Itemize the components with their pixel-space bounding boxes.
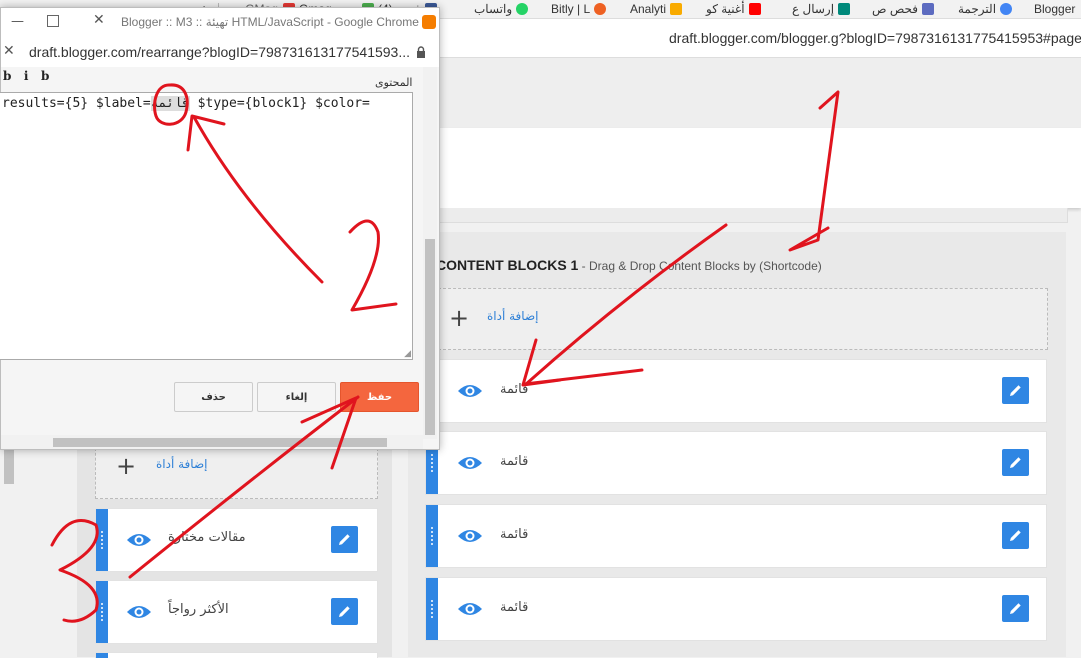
- format-toolbar[interactable]: b i b: [3, 69, 49, 83]
- check-icon: [922, 3, 935, 15]
- youtube-icon: [748, 3, 761, 15]
- popup-address-bar[interactable]: ✕ draft.blogger.com/rearrange?blogID=798…: [1, 37, 439, 68]
- bookmark-bitly[interactable]: Bitly | L: [551, 0, 607, 18]
- left-scrollbar[interactable]: [0, 448, 18, 657]
- edit-button[interactable]: [331, 598, 358, 625]
- save-button[interactable]: حفظ: [340, 382, 419, 412]
- pencil-icon: [1010, 530, 1021, 541]
- drag-handle[interactable]: [96, 581, 108, 643]
- cancel-button[interactable]: إلغاء: [257, 382, 336, 412]
- bing-icon: [838, 3, 851, 15]
- drag-handle[interactable]: [426, 578, 438, 640]
- left-block-partial: [95, 652, 378, 658]
- edit-button[interactable]: [1002, 595, 1029, 622]
- popup-url: draft.blogger.com/rearrange?blogID=79873…: [29, 44, 411, 60]
- left-add-gadget-area[interactable]: + إضافة أداة: [95, 448, 378, 499]
- main-address-bar[interactable]: draft.blogger.com/blogger.g?blogID=79873…: [440, 19, 1081, 58]
- block-label: قائمة: [500, 527, 529, 542]
- label-highlight: قائمة: [150, 96, 190, 111]
- drag-handle[interactable]: [96, 509, 108, 571]
- eye-icon[interactable]: [126, 604, 152, 620]
- maximize-icon[interactable]: [47, 15, 59, 27]
- edit-button[interactable]: [1002, 377, 1029, 404]
- eye-icon[interactable]: [126, 532, 152, 548]
- add-gadget-area[interactable]: + إضافة أداة: [438, 288, 1048, 350]
- drag-handle[interactable]: [96, 653, 108, 658]
- close-icon[interactable]: ✕: [93, 12, 105, 28]
- eye-icon[interactable]: [457, 601, 483, 617]
- content-block-1[interactable]: قائمة: [425, 359, 1047, 423]
- eye-icon[interactable]: [457, 383, 483, 399]
- bitly-icon: [594, 3, 607, 15]
- page-header-area: [438, 128, 1081, 208]
- pencil-icon: [1010, 457, 1021, 468]
- plus-icon: +: [116, 452, 137, 480]
- bookmark-blogger[interactable]: Blogger: [1034, 0, 1075, 18]
- left-block-featured[interactable]: مقالات مختارة: [95, 508, 378, 572]
- pencil-icon: [1010, 385, 1021, 396]
- blogger-icon: [422, 15, 436, 29]
- code-editor[interactable]: results={5} $label=قائمة $type={block1} …: [0, 92, 413, 360]
- close-x-icon[interactable]: ✕: [3, 43, 15, 59]
- block-label: قائمة: [500, 600, 529, 615]
- pencil-icon: [1010, 603, 1021, 614]
- main-url: draft.blogger.com/blogger.g?blogID=79873…: [669, 30, 1081, 46]
- edit-button[interactable]: [1002, 449, 1029, 476]
- google-icon: [1000, 3, 1013, 15]
- bookmark-check[interactable]: فحص ص: [872, 0, 935, 18]
- left-add-gadget-link[interactable]: إضافة أداة: [156, 457, 207, 471]
- lock-icon: [417, 46, 425, 58]
- popup-vscroll-thumb[interactable]: [425, 239, 435, 435]
- left-scrollbar-thumb[interactable]: [4, 448, 14, 484]
- eye-icon[interactable]: [457, 455, 483, 471]
- bookmark-song[interactable]: أغنية كو: [706, 0, 761, 18]
- popup-hscroll-thumb[interactable]: [53, 438, 387, 447]
- popup-body: b i b المحتوى results={5} $label=قائمة $…: [0, 67, 439, 449]
- plus-icon: +: [449, 304, 470, 332]
- pencil-icon: [339, 606, 350, 617]
- eye-icon[interactable]: [457, 528, 483, 544]
- drag-handle[interactable]: [426, 505, 438, 567]
- add-gadget-link[interactable]: إضافة أداة: [487, 309, 538, 323]
- resize-grip-icon[interactable]: ◢: [404, 349, 411, 359]
- section-title: CONTENT BLOCKS 1 - Drag & Drop Content B…: [436, 257, 822, 273]
- content-block-2[interactable]: قائمة: [425, 431, 1047, 495]
- bookmark-analytics[interactable]: Analyti: [630, 0, 683, 18]
- left-block-popular[interactable]: الأكثر رواجاً: [95, 580, 378, 644]
- content-block-4[interactable]: قائمة: [425, 577, 1047, 641]
- bookmark-whatsapp[interactable]: واتساب: [474, 0, 529, 18]
- whatsapp-icon: [516, 3, 529, 15]
- editor-code: results={5} $label=قائمة $type={block1} …: [2, 96, 370, 111]
- analytics-icon: [670, 3, 683, 15]
- page-gray-band: [438, 58, 1081, 128]
- edit-button[interactable]: [331, 526, 358, 553]
- block-label: قائمة: [500, 454, 529, 469]
- popup-horizontal-scrollbar[interactable]: [1, 435, 423, 449]
- popup-vertical-scrollbar[interactable]: [423, 67, 437, 439]
- block-label: الأكثر رواجاً: [168, 602, 229, 617]
- delete-button[interactable]: حذف: [174, 382, 253, 412]
- popup-titlebar[interactable]: — ✕ Blogger :: M3 :: تهيئة HTML/JavaScri…: [1, 8, 439, 37]
- pencil-icon: [339, 534, 350, 545]
- top-section-strip: [420, 208, 1068, 223]
- popup-title: Blogger :: M3 :: تهيئة HTML/JavaScript -…: [121, 15, 419, 29]
- content-label: المحتوى: [375, 76, 413, 89]
- bookmark-translate[interactable]: الترجمة: [958, 0, 1013, 18]
- block-label: قائمة: [500, 382, 529, 397]
- content-block-3[interactable]: قائمة: [425, 504, 1047, 568]
- bookmark-send[interactable]: إرسال ع: [792, 0, 851, 18]
- gadget-config-popup: — ✕ Blogger :: M3 :: تهيئة HTML/JavaScri…: [0, 7, 440, 450]
- block-label: مقالات مختارة: [168, 530, 246, 545]
- popup-menu-icon[interactable]: —: [11, 14, 24, 29]
- edit-button[interactable]: [1002, 522, 1029, 549]
